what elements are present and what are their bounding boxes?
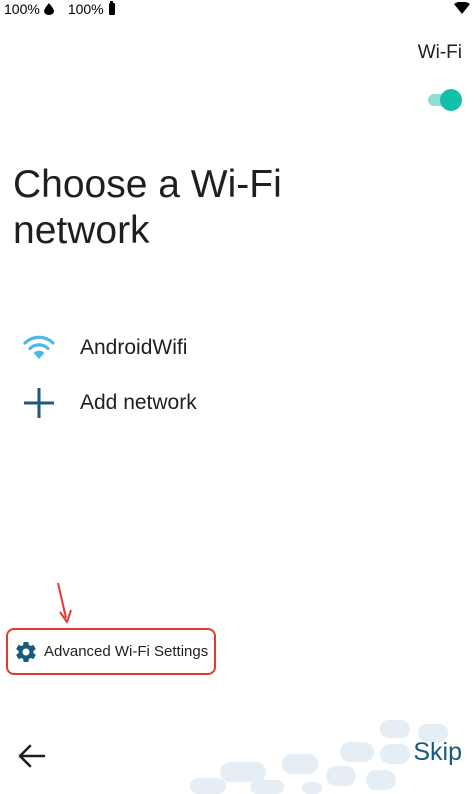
- battery-percent-right: 100%: [67, 1, 104, 17]
- advanced-wifi-settings-button[interactable]: Advanced Wi-Fi Settings: [6, 628, 216, 675]
- add-network-item[interactable]: Add network: [0, 377, 474, 429]
- battery-icon: [108, 1, 115, 15]
- wifi-signal-icon: [454, 2, 470, 14]
- battery-percent-left: 100%: [4, 1, 40, 17]
- wifi-toggle-label: Wi-Fi: [417, 42, 462, 63]
- page-title: Choose a Wi-Fi network: [13, 163, 282, 252]
- drop-icon: [43, 3, 54, 15]
- advanced-wifi-settings-label: Advanced Wi-Fi Settings: [44, 643, 209, 660]
- gear-icon: [16, 642, 36, 663]
- back-arrow-icon[interactable]: [16, 740, 48, 772]
- skip-button[interactable]: Skip: [413, 738, 462, 767]
- network-name: AndroidWifi: [80, 336, 188, 359]
- plus-icon: [22, 386, 56, 420]
- toggle-thumb: [440, 89, 462, 111]
- wifi-toggle-switch[interactable]: [424, 88, 462, 112]
- wifi-icon: [22, 331, 56, 365]
- network-item-androidwifi[interactable]: AndroidWifi: [0, 322, 474, 374]
- annotation-arrow-icon: [57, 582, 72, 623]
- status-bar-left: 100% 100%: [4, 1, 115, 17]
- add-network-label: Add network: [80, 391, 197, 414]
- status-bar: 100% 100%: [0, 0, 474, 20]
